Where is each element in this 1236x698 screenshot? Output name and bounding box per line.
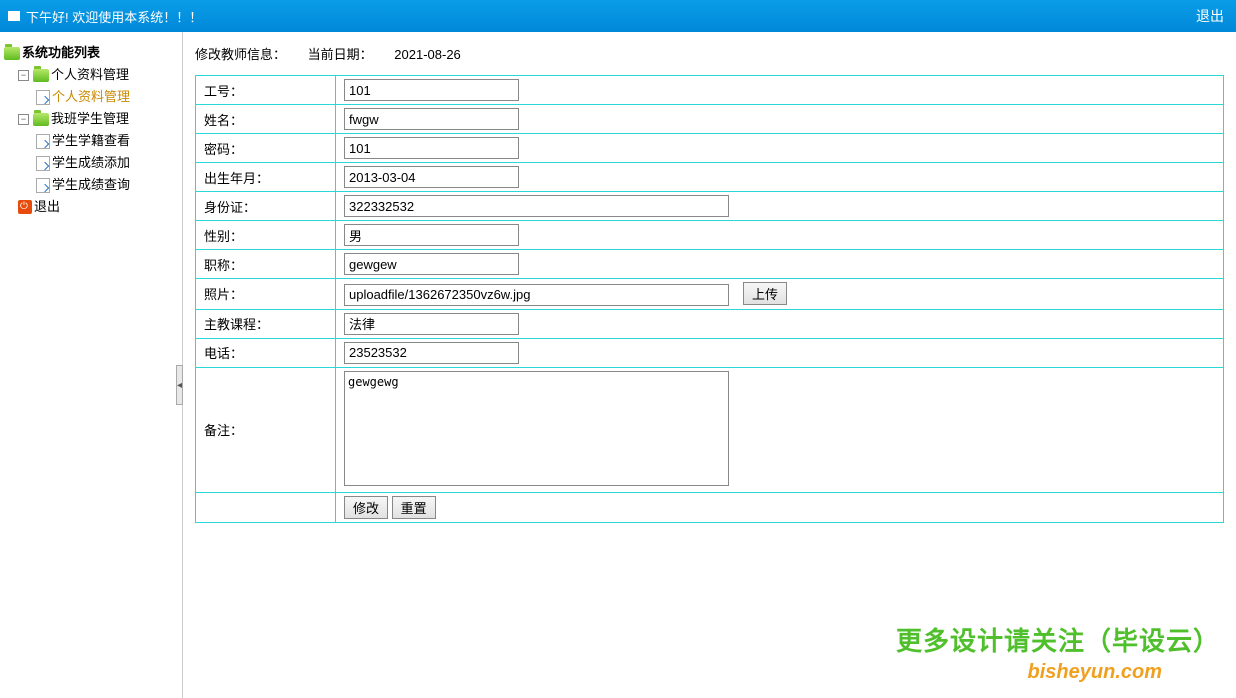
form-label: 电话： <box>196 338 336 367</box>
tree-item[interactable]: 学生成绩添加 <box>36 152 178 174</box>
page-icon <box>36 90 50 105</box>
watermark-line2: bisheyun.com <box>1028 661 1162 684</box>
form-label: 身份证： <box>196 192 336 221</box>
tree-item-label: 学生成绩添加 <box>52 152 130 174</box>
form-cell <box>336 163 1224 192</box>
form-cell <box>336 250 1224 279</box>
text-input[interactable] <box>344 224 519 246</box>
tree-item-label: 学生学籍查看 <box>52 130 130 152</box>
form-cell: 上传 <box>336 279 1224 310</box>
form-label: 职称： <box>196 250 336 279</box>
watermark-line1: 更多设计请关注（毕设云） <box>896 621 1220 658</box>
tree-item-label: 学生成绩查询 <box>52 174 130 196</box>
folder-icon <box>33 113 49 126</box>
main-content: 修改教师信息： 当前日期： 2021-08-26 工号：姓名：密码：出生年月：身… <box>183 32 1236 698</box>
tree-item[interactable]: 学生成绩查询 <box>36 174 178 196</box>
label-remark: 备注： <box>196 367 336 492</box>
tree-group[interactable]: − 我班学生管理 <box>18 108 178 130</box>
form-label: 出生年月： <box>196 163 336 192</box>
text-input[interactable] <box>344 284 729 306</box>
form-cell <box>336 221 1224 250</box>
form-table: 工号：姓名：密码：出生年月：身份证：性别：职称：照片： 上传主教课程：电话： 备注… <box>195 75 1224 523</box>
form-label: 照片： <box>196 279 336 310</box>
tree-item[interactable]: 学生学籍查看 <box>36 130 178 152</box>
cell-remark <box>336 367 1224 492</box>
form-label: 密码： <box>196 134 336 163</box>
text-input[interactable] <box>344 313 519 335</box>
text-input[interactable] <box>344 79 519 101</box>
text-input[interactable] <box>344 195 729 217</box>
page-icon <box>36 134 50 149</box>
text-input[interactable] <box>344 137 519 159</box>
tree-item[interactable]: 个人资料管理 <box>36 86 178 108</box>
cell-actions: 修改 重置 <box>336 492 1224 522</box>
page-icon <box>36 156 50 171</box>
form-cell <box>336 134 1224 163</box>
minus-icon[interactable]: − <box>18 70 29 81</box>
greeting-area: 下午好! 欢迎使用本系统！！！ <box>8 7 202 26</box>
folder-icon <box>4 47 20 60</box>
form-cell <box>336 105 1224 134</box>
upload-button[interactable]: 上传 <box>743 282 787 305</box>
split-handle[interactable]: ◂ <box>176 365 183 405</box>
label-actions <box>196 492 336 522</box>
crumb-date-label: 当前日期： <box>308 47 373 62</box>
nav-tree: 系统功能列表 − 个人资料管理个人资料管理 − 我班学生管理学生学籍查看学生成绩添加学… <box>4 42 178 218</box>
form-cell <box>336 309 1224 338</box>
logout-link[interactable]: 退出 <box>1196 6 1224 26</box>
power-icon <box>18 200 32 214</box>
form-cell <box>336 192 1224 221</box>
breadcrumb: 修改教师信息： 当前日期： 2021-08-26 <box>195 44 1224 63</box>
tree-root[interactable]: 系统功能列表 <box>4 42 178 64</box>
tree-root-label: 系统功能列表 <box>22 42 100 64</box>
sidebar-exit[interactable]: 退出 <box>18 196 178 218</box>
window-icon <box>8 11 20 21</box>
tree-group-label: 个人资料管理 <box>51 64 129 86</box>
page-icon <box>36 178 50 193</box>
text-input[interactable] <box>344 166 519 188</box>
top-bar: 下午好! 欢迎使用本系统！！！ 退出 <box>0 0 1236 32</box>
sidebar-exit-label: 退出 <box>34 196 60 218</box>
form-label: 主教课程： <box>196 309 336 338</box>
text-input[interactable] <box>344 108 519 130</box>
remark-textarea[interactable] <box>344 371 729 486</box>
crumb-date-value: 2021-08-26 <box>394 47 461 62</box>
crumb-title: 修改教师信息： <box>195 47 286 62</box>
greeting-text: 下午好! 欢迎使用本系统！！！ <box>26 7 202 26</box>
text-input[interactable] <box>344 253 519 275</box>
reset-button[interactable]: 重置 <box>392 496 436 519</box>
submit-button[interactable]: 修改 <box>344 496 388 519</box>
sidebar: 系统功能列表 − 个人资料管理个人资料管理 − 我班学生管理学生学籍查看学生成绩添加学… <box>0 32 183 698</box>
form-cell <box>336 338 1224 367</box>
text-input[interactable] <box>344 342 519 364</box>
form-label: 工号： <box>196 76 336 105</box>
minus-icon[interactable]: − <box>18 114 29 125</box>
tree-group[interactable]: − 个人资料管理 <box>18 64 178 86</box>
tree-group-label: 我班学生管理 <box>51 108 129 130</box>
form-label: 姓名： <box>196 105 336 134</box>
tree-item-label: 个人资料管理 <box>52 86 130 108</box>
form-label: 性别： <box>196 221 336 250</box>
form-cell <box>336 76 1224 105</box>
folder-icon <box>33 69 49 82</box>
